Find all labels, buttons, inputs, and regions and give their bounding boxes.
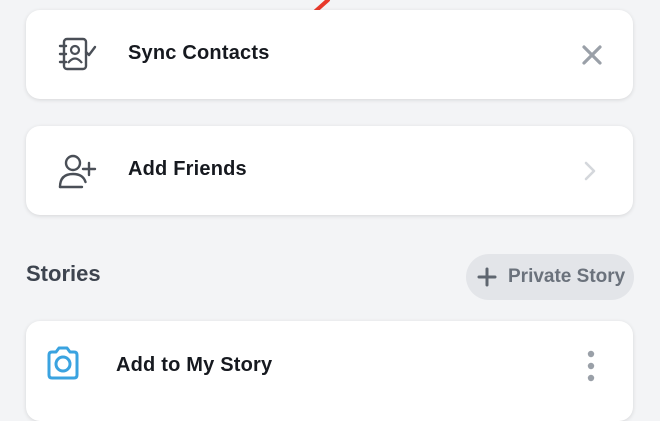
add-person-icon [58, 154, 97, 189]
add-to-my-story-label: Add to My Story [116, 354, 273, 376]
add-friends-label: Add Friends [128, 158, 247, 180]
private-story-button[interactable]: Private Story [466, 254, 634, 300]
camera-icon [47, 346, 79, 380]
sync-contacts-label: Sync Contacts [128, 42, 270, 64]
sync-contacts-card[interactable]: Sync Contacts [26, 10, 633, 99]
add-friends-card[interactable]: Add Friends [26, 126, 633, 215]
close-icon[interactable] [579, 42, 605, 68]
contacts-book-check-icon [58, 37, 97, 71]
private-story-label: Private Story [508, 266, 626, 287]
chevron-right-icon [584, 161, 596, 181]
more-vertical-icon[interactable] [579, 349, 603, 385]
stories-section-title: Stories [26, 261, 101, 286]
add-to-my-story-card[interactable]: Add to My Story [26, 321, 633, 421]
plus-icon [477, 267, 497, 287]
